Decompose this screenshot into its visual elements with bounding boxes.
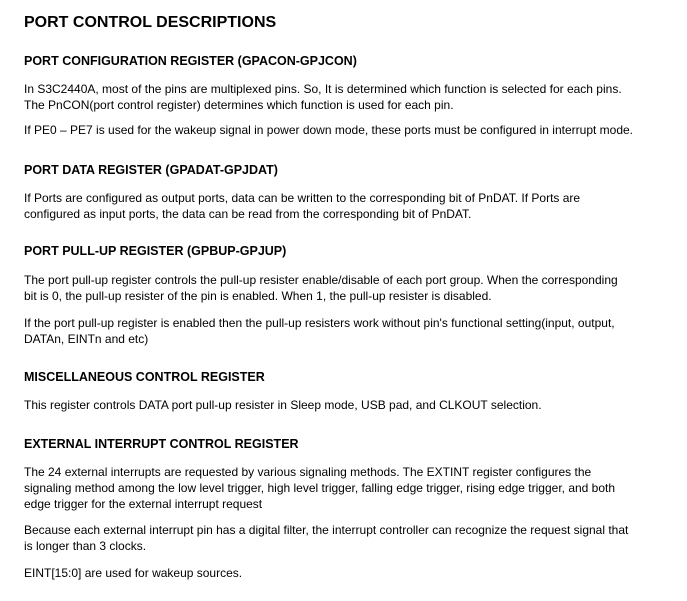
paragraph-external-interrupt-3: EINT[15:0] are used for wakeup sources. bbox=[24, 565, 669, 581]
page-title: PORT CONTROL DESCRIPTIONS bbox=[24, 14, 277, 31]
paragraph-port-pull-up-2: If the port pull-up register is enabled … bbox=[24, 315, 669, 347]
paragraph-miscellaneous-1: This register controls DATA port pull-up… bbox=[24, 397, 669, 413]
text-line: If PE0 – PE7 is used for the wakeup sign… bbox=[24, 123, 634, 137]
text-line: DATAn, EINTn and etc) bbox=[24, 332, 149, 346]
text-line: In S3C2440A, most of the pins are multip… bbox=[24, 82, 622, 96]
text-line: is longer than 3 clocks. bbox=[24, 539, 147, 553]
text-line: The PnCON(port control register) determi… bbox=[24, 98, 454, 112]
text-line: bit is 0, the pull-up resister of the pi… bbox=[24, 289, 492, 303]
section-heading-port-configuration: PORT CONFIGURATION REGISTER (GPACON-GPJC… bbox=[24, 54, 357, 68]
text-line: configured as input ports, the data can … bbox=[24, 207, 472, 221]
text-line: EINT[15:0] are used for wakeup sources. bbox=[24, 566, 243, 580]
paragraph-external-interrupt-2: Because each external interrupt pin has … bbox=[24, 522, 669, 554]
text-line: This register controls DATA port pull-up… bbox=[24, 398, 542, 412]
paragraph-external-interrupt-1: The 24 external interrupts are requested… bbox=[24, 464, 669, 512]
text-line: If the port pull-up register is enabled … bbox=[24, 316, 615, 330]
text-line: The 24 external interrupts are requested… bbox=[24, 465, 592, 479]
text-line: If Ports are configured as output ports,… bbox=[24, 191, 581, 205]
paragraph-port-configuration-1: In S3C2440A, most of the pins are multip… bbox=[24, 81, 669, 113]
section-heading-external-interrupt: EXTERNAL INTERRUPT CONTROL REGISTER bbox=[24, 437, 299, 451]
paragraph-port-data-1: If Ports are configured as output ports,… bbox=[24, 190, 669, 222]
paragraph-port-pull-up-1: The port pull-up register controls the p… bbox=[24, 272, 669, 304]
section-heading-port-data: PORT DATA REGISTER (GPADAT-GPJDAT) bbox=[24, 163, 278, 177]
paragraph-port-configuration-2: If PE0 – PE7 is used for the wakeup sign… bbox=[24, 122, 669, 138]
text-line: signaling method among the low level tri… bbox=[24, 481, 616, 495]
section-heading-port-pull-up: PORT PULL-UP REGISTER (GPBUP-GPJUP) bbox=[24, 244, 287, 258]
text-line: edge trigger for the external interrupt … bbox=[24, 497, 263, 511]
section-heading-miscellaneous: MISCELLANEOUS CONTROL REGISTER bbox=[24, 370, 265, 384]
text-line: Because each external interrupt pin has … bbox=[24, 523, 629, 537]
text-line: The port pull-up register controls the p… bbox=[24, 273, 618, 287]
